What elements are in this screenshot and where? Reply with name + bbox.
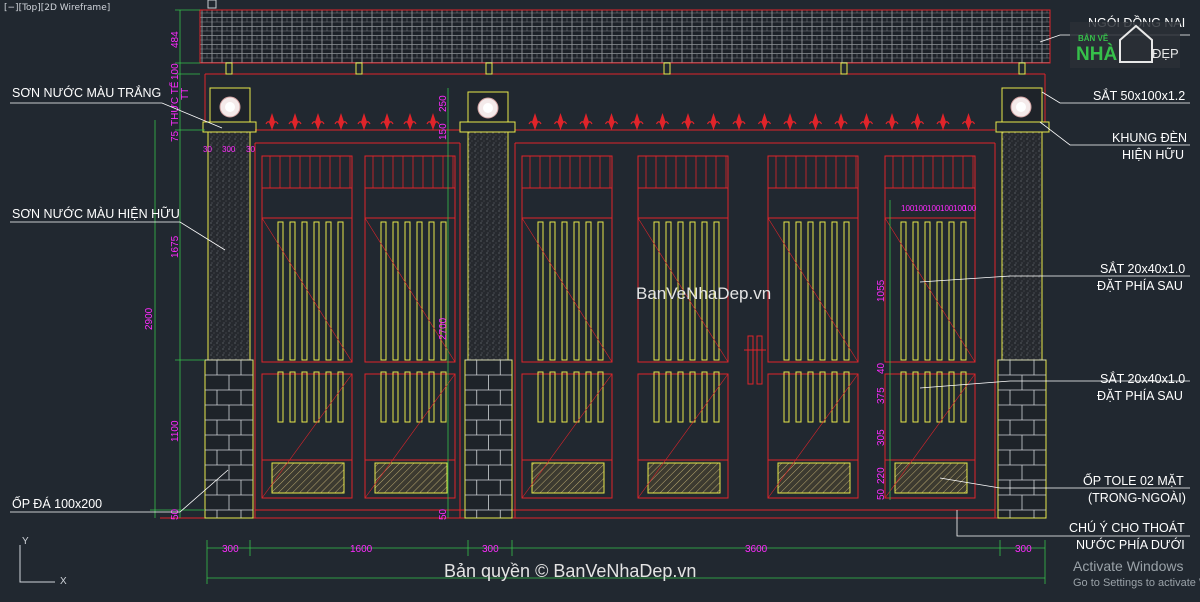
cad-viewport[interactable]: 300 1600 300 3600 300 2900 484 100 TT TH… [0, 0, 1200, 602]
viewport-label[interactable]: [−][Top][2D Wireframe] [4, 3, 110, 13]
callout-sat-20-b: SẮT 20x40x1.0 [1100, 371, 1185, 386]
callout-dat-phia-sau-a: ĐẶT PHÍA SAU [1097, 278, 1183, 293]
dim-bottom-4: 3600 [745, 544, 768, 555]
callout-trong-ngoai: (TRONG-NGOÀI) [1088, 490, 1186, 505]
callout-son-trang: SƠN NƯỚC MÀU TRẮNG [12, 85, 161, 100]
dim-pillar-1: 30 [203, 145, 212, 154]
spearhead-ornaments [265, 113, 976, 131]
watermark-copyright: Bản quyền © BanVeNhaDep.vn [444, 561, 696, 581]
gate-leaf-1 [261, 155, 353, 499]
dim-right-8: 40 [876, 362, 887, 374]
dim-bottom-1: 300 [222, 544, 239, 555]
dim-right-10: 305 [876, 429, 887, 446]
dim-left-1: 484 [170, 31, 181, 48]
callout-op-da: ỐP ĐÁ 100x200 [12, 496, 102, 511]
gate-leaf-3 [521, 155, 613, 499]
site-logo: BẢN VẼ NHÀ ĐẸP [1070, 22, 1180, 68]
dim-bottom-5: 300 [1015, 544, 1032, 555]
dim-left-4: THỰC TẾ [168, 81, 181, 126]
dim-right-2: 100 [914, 204, 928, 213]
callouts-right: NGÓI ĐỒNG NAI SẮT 50x100x1.2 KHUNG ĐÈN H… [1069, 15, 1187, 552]
dim-left-7: 1100 [170, 420, 181, 442]
dim-bottom-3: 300 [482, 544, 499, 555]
dim-left-total: 2900 [144, 307, 155, 330]
dim-center-3: 2700 [438, 317, 449, 340]
gate-leaf-4 [637, 155, 729, 499]
dim-right-1: 100 [901, 204, 915, 213]
dim-left-3: TT [180, 88, 191, 100]
dim-right-12: 50 [876, 488, 887, 500]
gate-leaves [261, 155, 976, 499]
gate-leaf-5 [767, 155, 859, 499]
callout-sat-50: SẮT 50x100x1.2 [1093, 88, 1185, 103]
callout-dat-phia-sau-b: ĐẶT PHÍA SAU [1097, 388, 1183, 403]
dim-center-1: 250 [438, 95, 449, 112]
dim-center-4: 50 [438, 508, 449, 520]
dim-left-5: 75 [170, 130, 181, 142]
activate-windows-title[interactable]: Activate Windows [1073, 558, 1183, 574]
dim-right-9: 375 [876, 387, 887, 404]
roof-tiles [199, 0, 1051, 75]
callout-nuoc-duoi: NƯỚC PHÍA DƯỚI [1076, 537, 1185, 552]
dim-pillar-3: 30 [246, 145, 255, 154]
svg-text:BẢN VẼ: BẢN VẼ [1078, 34, 1109, 43]
svg-text:NHÀ: NHÀ [1076, 43, 1117, 65]
dim-right-7: 1055 [876, 279, 887, 302]
callout-khung-den: KHUNG ĐÈN [1112, 130, 1187, 145]
dim-pillar-2: 300 [222, 145, 236, 154]
svg-text:ĐẸP: ĐẸP [1152, 46, 1179, 61]
dim-left-2: 100 [170, 63, 181, 80]
callout-hien-huu: HIỆN HỮU [1122, 147, 1184, 162]
svg-text:X: X [60, 576, 67, 587]
callout-op-tole: ỐP TOLE 02 MẶT [1083, 473, 1184, 488]
door-handles [744, 335, 766, 385]
watermark-center: BanVeNhaDep.vn [636, 284, 771, 303]
svg-text:Y: Y [22, 536, 29, 547]
callout-chu-y: CHÚ Ý CHO THOÁT [1069, 520, 1185, 535]
dim-right-6: 100 [963, 204, 977, 213]
callout-sat-20-a: SẮT 20x40x1.0 [1100, 261, 1185, 276]
dim-center-2: 150 [438, 123, 449, 140]
dim-right-4: 100 [940, 204, 954, 213]
callout-son-hien-huu: SƠN NƯỚC MÀU HIỆN HỮU [12, 206, 180, 221]
dim-left-6: 1675 [170, 235, 181, 258]
activate-windows-subtitle[interactable]: Go to Settings to activate W [1073, 577, 1200, 589]
dim-right-11: 220 [876, 467, 887, 484]
dim-left-8: 50 [170, 508, 181, 520]
pillars [202, 87, 1050, 519]
dim-right-3: 100 [927, 204, 941, 213]
ucs-icon: Y X [19, 536, 67, 587]
dim-bottom-2: 1600 [350, 544, 373, 555]
